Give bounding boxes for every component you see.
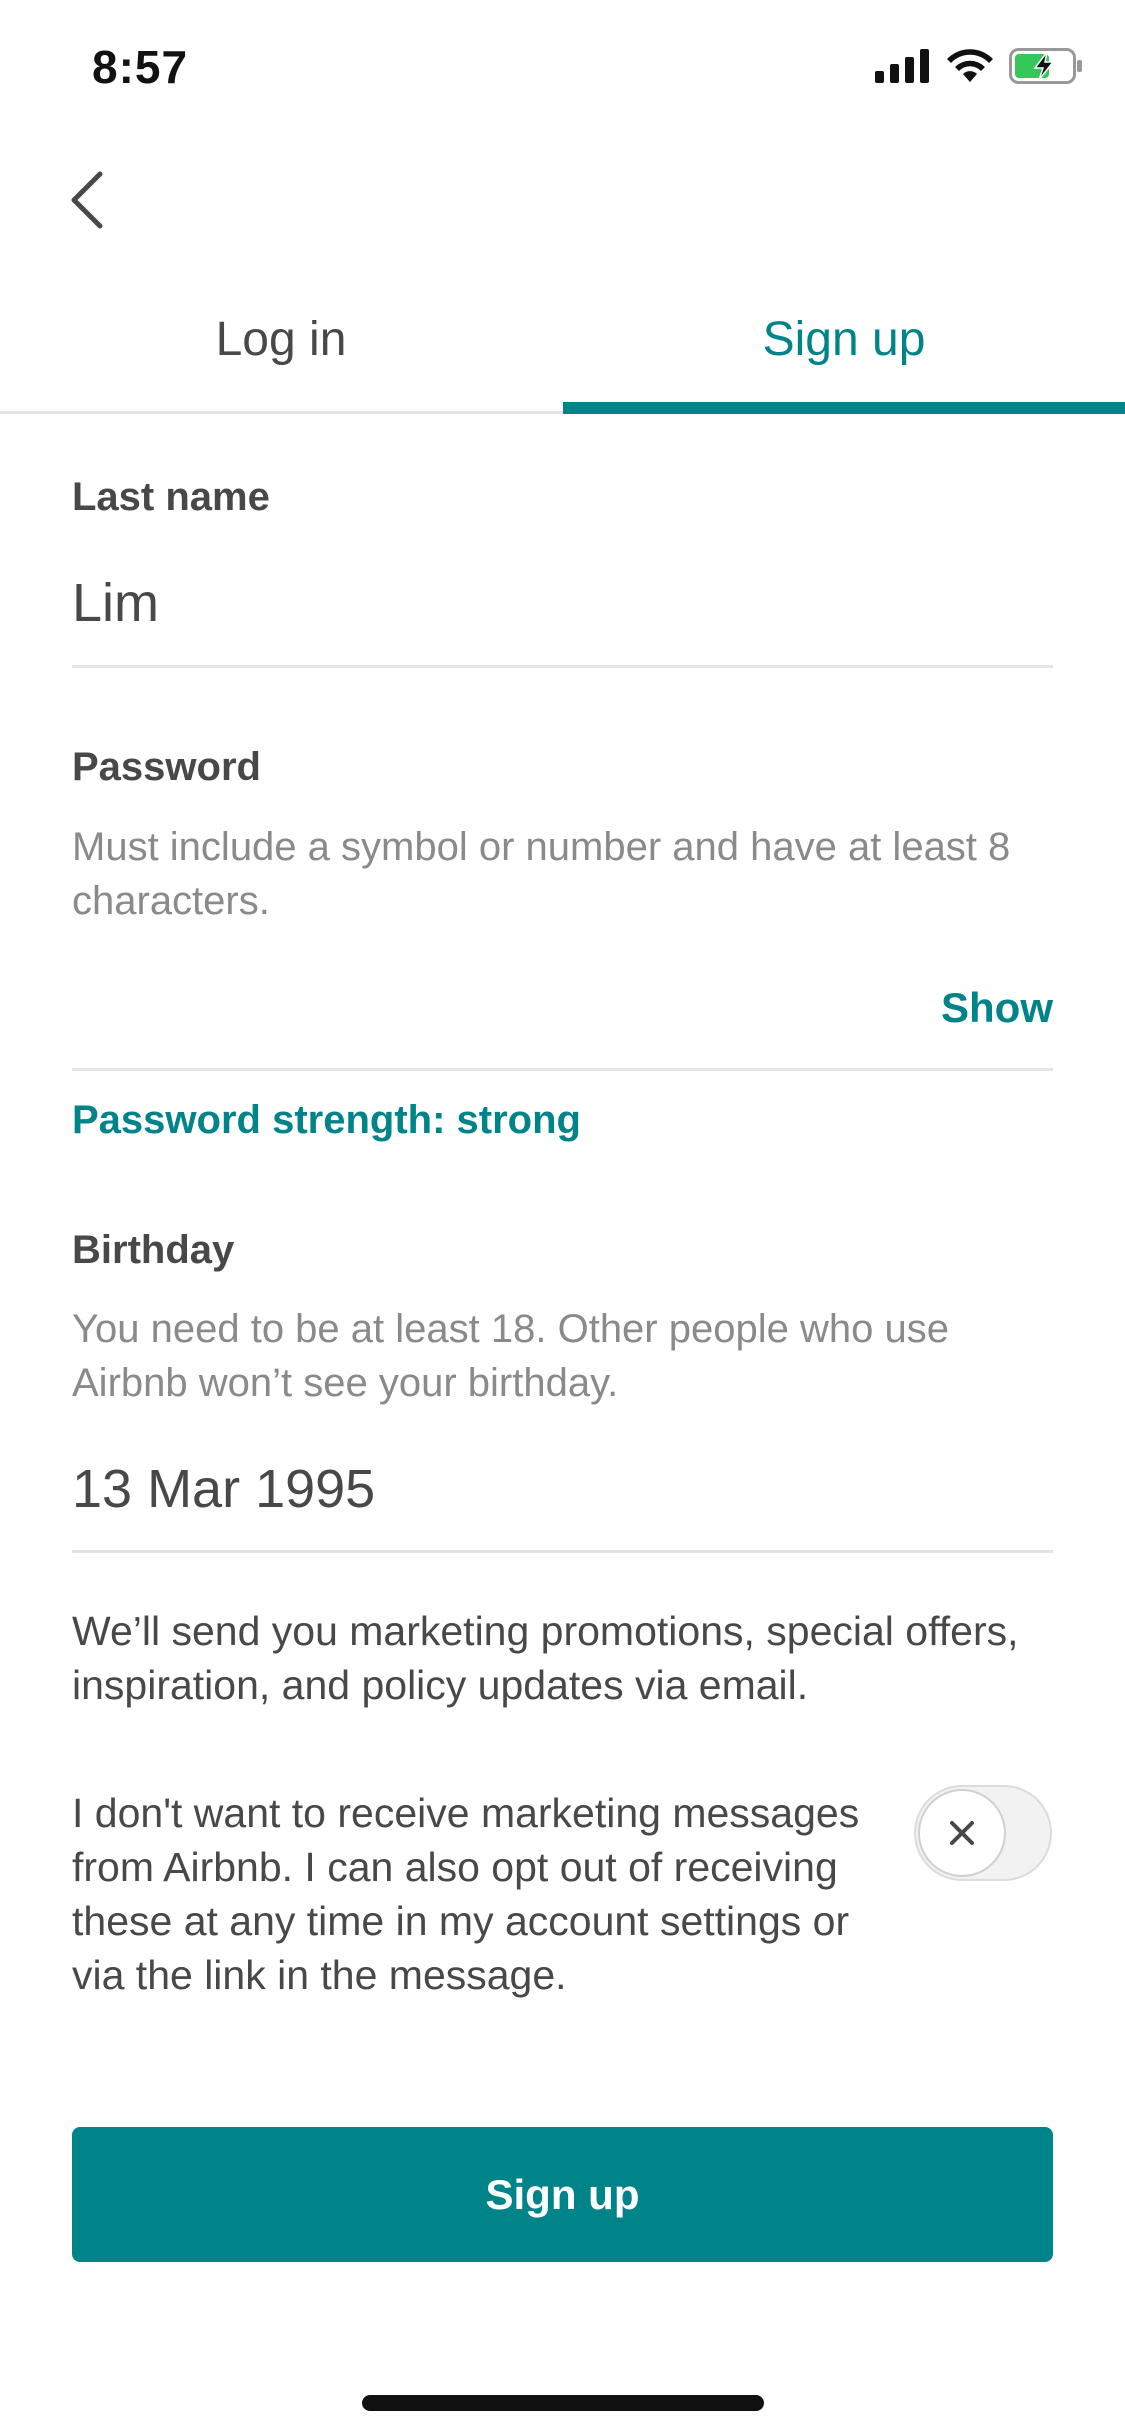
marketing-opt-out-text: I don't want to receive marketing messag… <box>72 1790 860 1998</box>
birthday-divider <box>72 1550 1053 1553</box>
marketing-notice: We’ll send you marketing promotions, spe… <box>72 1608 1019 1708</box>
back-button[interactable] <box>58 160 118 240</box>
password-input[interactable] <box>72 975 892 1045</box>
status-icons <box>875 47 1085 89</box>
wifi-icon <box>947 48 993 88</box>
birthday-helper: You need to be at least 18. Other people… <box>72 1307 949 1405</box>
password-strength: Password strength: strong <box>72 1098 581 1142</box>
sign-up-button[interactable]: Sign up <box>72 2127 1053 2262</box>
toggle-knob <box>918 1789 1006 1877</box>
password-helper: Must include a symbol or number and have… <box>72 825 1011 923</box>
tab-sign-up[interactable]: Sign up <box>563 290 1125 414</box>
tab-log-in[interactable]: Log in <box>0 290 562 414</box>
tab-log-in-label: Log in <box>215 313 347 366</box>
chevron-left-icon <box>71 171 103 229</box>
status-time: 8:57 <box>92 41 189 93</box>
home-indicator <box>362 2395 764 2411</box>
last-name-label: Last name <box>72 475 270 519</box>
tab-selected-indicator <box>563 402 1125 414</box>
birthday-field[interactable]: 13 Mar 1995 <box>72 1458 375 1520</box>
close-icon <box>950 1821 974 1845</box>
show-password-button[interactable]: Show <box>941 984 1053 1032</box>
last-name-divider <box>72 665 1053 668</box>
signal-icon <box>875 48 931 88</box>
last-name-input[interactable] <box>72 568 1053 638</box>
birthday-label: Birthday <box>72 1228 235 1272</box>
tab-sign-up-label: Sign up <box>762 313 926 366</box>
auth-tabs: Log in Sign up <box>0 290 1125 414</box>
battery-charging-icon <box>1009 47 1085 89</box>
password-label: Password <box>72 745 261 789</box>
marketing-opt-out-toggle[interactable] <box>914 1785 1052 1881</box>
password-divider <box>72 1068 1053 1071</box>
